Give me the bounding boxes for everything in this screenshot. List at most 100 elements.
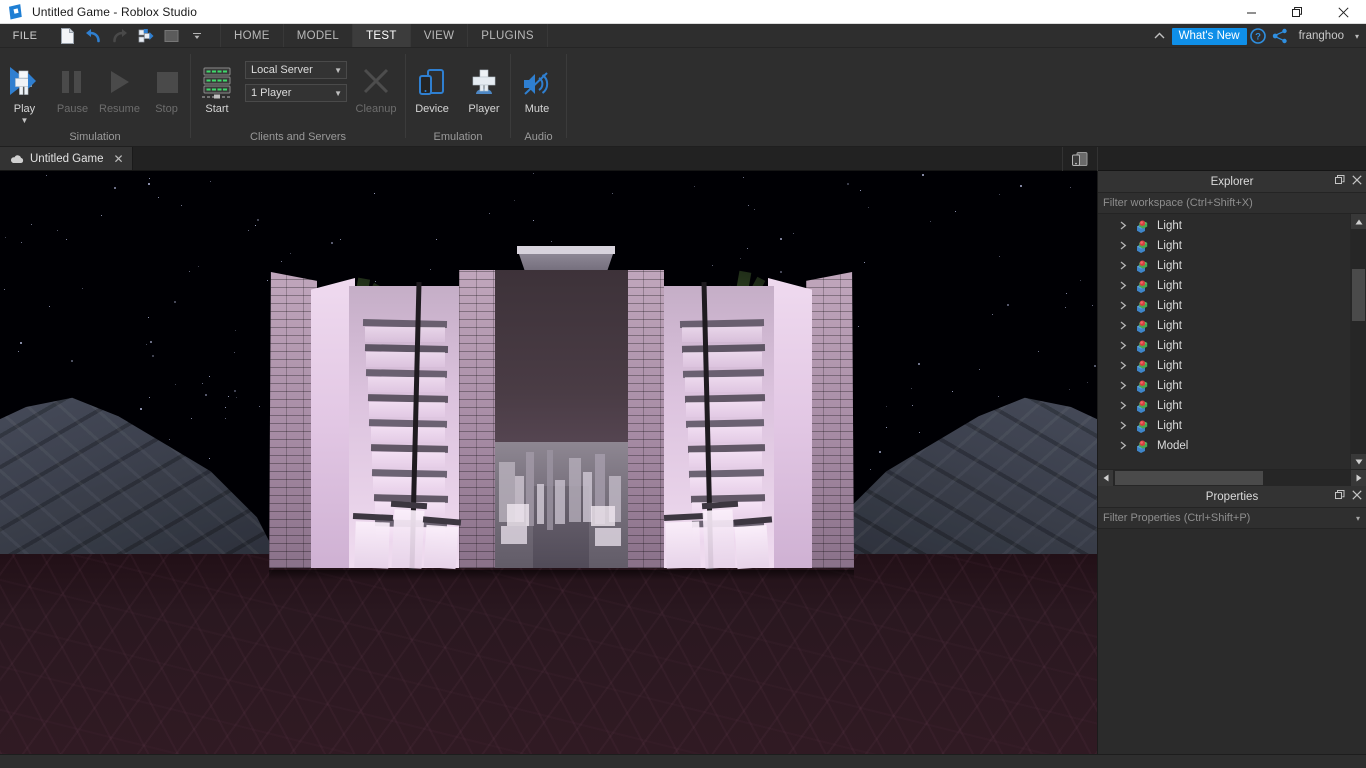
player-count-select[interactable]: 1 Player ▼: [245, 84, 347, 102]
explorer-item-light[interactable]: Light: [1098, 316, 1350, 336]
scroll-right-button[interactable]: [1351, 470, 1366, 486]
clients-servers-selects: Local Server ▼ 1 Player ▼: [245, 53, 347, 102]
tab-home[interactable]: HOME: [220, 24, 284, 47]
device-emulation-icon: [1072, 152, 1088, 166]
chevron-right-icon[interactable]: [1120, 260, 1129, 272]
chevron-right-icon[interactable]: [1120, 220, 1129, 232]
document-tab-untitled-game[interactable]: Untitled Game ✕: [0, 147, 133, 170]
explorer-scroll-track[interactable]: [1351, 229, 1366, 454]
pause-button[interactable]: Pause: [49, 53, 96, 115]
share-icon[interactable]: [1269, 24, 1291, 48]
explorer-item-light[interactable]: Light: [1098, 256, 1350, 276]
play-label: Play: [13, 103, 36, 115]
explorer-item-model[interactable]: Model: [1098, 436, 1350, 456]
chevron-right-icon[interactable]: [1120, 280, 1129, 292]
viewport-emulation-toggle[interactable]: [1062, 147, 1098, 171]
chevron-right-icon[interactable]: [1120, 240, 1129, 252]
chevron-down-icon[interactable]: ▾: [1348, 24, 1366, 48]
stop-button[interactable]: Stop: [143, 53, 190, 115]
explorer-item-light[interactable]: Light: [1098, 236, 1350, 256]
file-menu-button[interactable]: FILE: [0, 24, 50, 47]
chevron-right-icon[interactable]: [1120, 420, 1129, 432]
part-icon[interactable]: [132, 24, 158, 48]
restore-window-icon[interactable]: [1335, 175, 1345, 188]
ribbon-group-emulation: Device Player Emulation: [406, 48, 510, 146]
close-panel-icon[interactable]: [1352, 490, 1362, 503]
pause-label: Pause: [56, 103, 89, 115]
tab-test[interactable]: TEST: [353, 24, 411, 47]
undo-icon[interactable]: [80, 24, 106, 48]
resume-button[interactable]: Resume: [96, 53, 143, 115]
explorer-item-light[interactable]: Light: [1098, 336, 1350, 356]
chevron-right-icon[interactable]: [1120, 300, 1129, 312]
chevron-right-icon[interactable]: [1120, 380, 1129, 392]
explorer-item-light[interactable]: Light: [1098, 416, 1350, 436]
chevron-right-icon[interactable]: [1120, 400, 1129, 412]
tab-model[interactable]: MODEL: [284, 24, 354, 47]
chevron-right-icon[interactable]: [1120, 360, 1129, 372]
brick-column-outer-right: [806, 272, 854, 568]
explorer-item-light[interactable]: Light: [1098, 216, 1350, 236]
new-document-icon[interactable]: [54, 24, 80, 48]
explorer-item-label: Model: [1157, 440, 1189, 452]
play-button[interactable]: Play ▼: [0, 53, 49, 125]
interior-object: [555, 480, 565, 524]
interior-object: [537, 484, 544, 524]
explorer-hscroll-thumb[interactable]: [1115, 471, 1263, 485]
explorer-scroll-thumb[interactable]: [1352, 269, 1365, 321]
explorer-tree[interactable]: Light Light Light Light Light Light Light Light…: [1098, 214, 1366, 469]
properties-grid[interactable]: [1098, 529, 1366, 754]
model-icon: [1136, 300, 1150, 313]
explorer-item-light[interactable]: Light: [1098, 356, 1350, 376]
start-button[interactable]: Start: [191, 53, 243, 115]
player-button[interactable]: Player: [458, 53, 510, 115]
color-swatch-icon[interactable]: [158, 24, 184, 48]
explorer-horizontal-scrollbar[interactable]: [1098, 469, 1366, 486]
tab-view[interactable]: VIEW: [411, 24, 469, 47]
brick-pier-center-left: [459, 270, 497, 568]
seat-block: [702, 509, 736, 569]
chevron-right-icon[interactable]: [1120, 440, 1129, 452]
overflow-caret-icon[interactable]: [184, 24, 210, 48]
chevron-up-icon[interactable]: [1148, 24, 1172, 48]
chevron-down-icon[interactable]: ▾: [1356, 514, 1360, 523]
explorer-item-light[interactable]: Light: [1098, 396, 1350, 416]
help-circle-icon[interactable]: ?: [1247, 24, 1269, 48]
close-panel-icon[interactable]: [1352, 175, 1362, 188]
explorer-item-light[interactable]: Light: [1098, 276, 1350, 296]
maximize-button[interactable]: [1274, 0, 1320, 24]
restore-window-icon[interactable]: [1335, 490, 1345, 503]
scroll-left-button[interactable]: [1098, 470, 1113, 486]
explorer-item-light[interactable]: Light: [1098, 296, 1350, 316]
explorer-hscroll-track[interactable]: [1113, 470, 1351, 486]
scroll-up-button[interactable]: [1351, 214, 1366, 229]
mute-button[interactable]: Mute: [511, 53, 563, 115]
model-icon: [1136, 220, 1150, 233]
cleanup-button[interactable]: Cleanup: [347, 53, 405, 115]
player-label: Player: [468, 103, 500, 115]
properties-filter-input[interactable]: Filter Properties (Ctrl+Shift+P) ▾: [1098, 508, 1366, 529]
stop-square-icon: [151, 59, 183, 99]
3d-viewport[interactable]: [0, 171, 1097, 754]
explorer-vertical-scrollbar[interactable]: [1350, 214, 1366, 469]
server-mode-select[interactable]: Local Server ▼: [245, 61, 347, 79]
seat-block: [354, 521, 390, 569]
cloud-icon: [10, 154, 24, 163]
close-icon[interactable]: ✕: [114, 152, 124, 166]
ribbon-group-clients-servers: Start Local Server ▼ 1 Player ▼ Cleanup …: [191, 48, 405, 146]
whats-new-badge[interactable]: What's New: [1171, 27, 1247, 45]
account-username[interactable]: franghoo: [1291, 30, 1348, 42]
explorer-item-light[interactable]: Light: [1098, 376, 1350, 396]
redo-icon[interactable]: [106, 24, 132, 48]
close-button[interactable]: [1320, 0, 1366, 24]
tab-plugins[interactable]: PLUGINS: [468, 24, 548, 47]
explorer-item-label: Light: [1157, 320, 1182, 332]
scroll-down-button[interactable]: [1351, 454, 1366, 469]
device-button[interactable]: Device: [406, 53, 458, 115]
chevron-right-icon[interactable]: [1120, 320, 1129, 332]
minimize-button[interactable]: [1228, 0, 1274, 24]
explorer-panel: Explorer Filter workspace (Ctrl+Shift+X)…: [1098, 171, 1366, 486]
chevron-down-icon[interactable]: ▼: [21, 117, 29, 125]
explorer-filter-input[interactable]: Filter workspace (Ctrl+Shift+X): [1098, 193, 1366, 214]
chevron-right-icon[interactable]: [1120, 340, 1129, 352]
